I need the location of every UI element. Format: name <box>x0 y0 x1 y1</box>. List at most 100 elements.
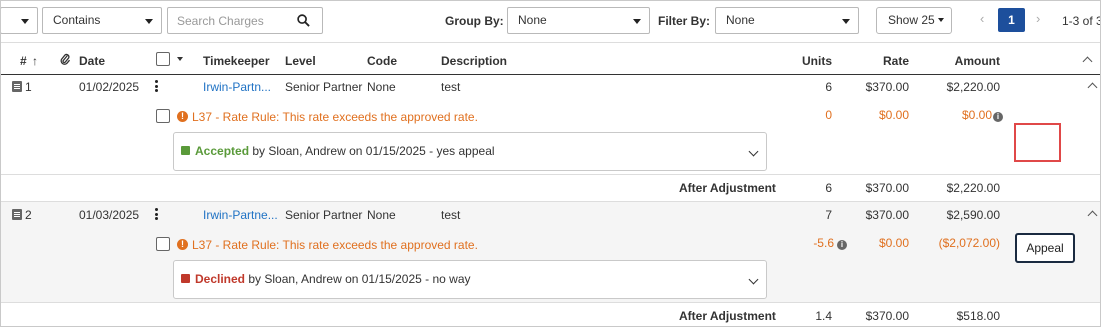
after-amount: $2,220.00 <box>946 181 1000 195</box>
rule-rate: $0.00 <box>878 236 909 250</box>
prev-page-icon[interactable]: ‹ <box>980 11 984 26</box>
page-size-button[interactable]: Show 25 <box>876 7 952 34</box>
chevron-down-icon <box>842 19 850 24</box>
appeal-panel[interactable]: Accepted by Sloan, Andrew on 01/15/2025 … <box>173 132 767 171</box>
row-description: test <box>441 80 461 94</box>
next-page-icon[interactable]: › <box>1036 11 1040 26</box>
appeal-detail: by Sloan, Andrew on 01/15/2025 - yes app… <box>249 144 495 158</box>
rule-rate: $0.00 <box>878 108 909 122</box>
col-timekeeper[interactable]: Timekeeper <box>203 54 270 68</box>
appeal-detail: by Sloan, Andrew on 01/15/2025 - no way <box>245 272 471 286</box>
chevron-up-icon[interactable] <box>1082 56 1093 67</box>
col-level[interactable]: Level <box>285 54 316 68</box>
note-icon <box>181 274 190 283</box>
select-all-checkbox[interactable] <box>156 52 170 66</box>
row-description: test <box>441 208 461 222</box>
chevron-down-icon <box>145 19 153 24</box>
appeal-panel[interactable]: Declined by Sloan, Andrew on 01/15/2025 … <box>173 260 767 299</box>
column-select[interactable] <box>1 7 38 34</box>
after-adjustment-label: After Adjustment <box>679 309 776 323</box>
row-units: 6 <box>825 80 832 94</box>
filter-by-select[interactable]: None <box>715 7 859 34</box>
page-1-button[interactable]: 1 <box>998 8 1025 32</box>
row-code: None <box>367 80 396 94</box>
table-row: 1 01/02/2025 Irwin-Partn... Senior Partn… <box>1 76 1100 175</box>
col-date[interactable]: Date <box>79 54 105 68</box>
col-units[interactable]: Units <box>792 54 832 68</box>
group-by-select[interactable]: None <box>507 7 650 34</box>
row-menu-icon[interactable] <box>155 80 159 94</box>
chevron-up-icon[interactable] <box>1087 210 1098 221</box>
search-box <box>167 7 323 34</box>
group-by-value: None <box>518 13 547 27</box>
filter-by-value: None <box>726 13 755 27</box>
search-icon[interactable] <box>297 14 310 27</box>
row-level: Senior Partner <box>285 80 363 94</box>
row-code: None <box>367 208 396 222</box>
after-rate: $370.00 <box>865 181 909 195</box>
page-info: 1-3 of 3 <box>1062 14 1101 28</box>
appeal-status: Accepted <box>195 144 250 158</box>
row-menu-icon[interactable] <box>155 208 159 222</box>
col-amount[interactable]: Amount <box>931 54 1000 68</box>
chevron-down-icon[interactable] <box>748 274 759 285</box>
charges-panel: Contains Group By: None Filter By: None … <box>0 0 1101 327</box>
col-code[interactable]: Code <box>367 54 397 68</box>
chevron-down-icon[interactable] <box>748 146 759 157</box>
appeal-text: Accepted by Sloan, Andrew on 01/15/2025 … <box>195 144 495 158</box>
rule-units-value: -5.6 <box>813 236 834 250</box>
chevron-down-icon <box>633 19 641 24</box>
rule-amount: ($2,072.00) <box>938 236 1000 250</box>
warning-icon: ! <box>177 111 188 122</box>
after-units: 1.4 <box>815 309 832 323</box>
rule-units: 0 <box>825 108 832 122</box>
after-adjustment-row: After Adjustment 1.4 $370.00 $518.00 <box>1 303 1100 326</box>
caret-down-icon[interactable] <box>177 57 183 61</box>
timekeeper-link[interactable]: Irwin-Partne... <box>203 208 278 222</box>
after-adjustment-row: After Adjustment 6 $370.00 $2,220.00 <box>1 175 1100 201</box>
chevron-up-icon[interactable] <box>1087 82 1098 93</box>
after-units: 6 <box>825 181 832 195</box>
page-size-label: Show 25 <box>888 13 935 27</box>
sort-asc-icon[interactable]: ↑ <box>32 54 38 68</box>
row-date: 01/02/2025 <box>79 80 140 94</box>
table-row: 2 01/03/2025 Irwin-Partne... Senior Part… <box>1 201 1100 302</box>
rule-checkbox[interactable] <box>156 109 170 123</box>
after-adjustment-label: After Adjustment <box>679 181 776 195</box>
after-amount: $518.00 <box>956 309 1000 323</box>
document-icon <box>12 81 22 92</box>
toolbar: Contains Group By: None Filter By: None … <box>1 1 1101 43</box>
row-level: Senior Partner <box>285 208 363 222</box>
appeal-button[interactable]: Appeal <box>1015 233 1075 263</box>
filter-by-label: Filter By: <box>658 14 711 28</box>
after-rate: $370.00 <box>865 309 909 323</box>
col-rate[interactable]: Rate <box>859 54 909 68</box>
rule-amount: $0.00 i <box>921 108 1003 122</box>
row-rate: $370.00 <box>865 208 909 222</box>
info-icon[interactable]: i <box>993 112 1003 122</box>
chevron-down-icon <box>21 19 29 24</box>
filter-operator-select[interactable]: Contains <box>42 7 162 34</box>
warning-icon: ! <box>177 239 188 250</box>
highlight-box <box>1014 123 1061 162</box>
rule-checkbox[interactable] <box>156 237 170 251</box>
row-number: 1 <box>25 80 32 94</box>
info-icon[interactable]: i <box>837 240 847 250</box>
col-number[interactable]: # <box>20 54 27 68</box>
note-icon <box>181 146 190 155</box>
row-amount: $2,220.00 <box>946 80 1000 94</box>
row-rate: $370.00 <box>865 80 909 94</box>
document-icon <box>12 209 22 220</box>
group-by-label: Group By: <box>445 14 504 28</box>
paperclip-icon <box>60 53 70 65</box>
appeal-status: Declined <box>195 272 246 286</box>
rule-text: L37 - Rate Rule: This rate exceeds the a… <box>192 110 478 124</box>
timekeeper-link[interactable]: Irwin-Partn... <box>203 80 271 94</box>
col-description[interactable]: Description <box>441 54 507 68</box>
row-number: 2 <box>25 208 32 222</box>
table-header: # ↑ Date Timekeeper Level Code Descripti… <box>1 44 1100 75</box>
filter-operator-value: Contains <box>53 13 101 27</box>
search-input[interactable] <box>168 8 288 33</box>
row-units: 7 <box>825 208 832 222</box>
row-amount: $2,590.00 <box>946 208 1000 222</box>
